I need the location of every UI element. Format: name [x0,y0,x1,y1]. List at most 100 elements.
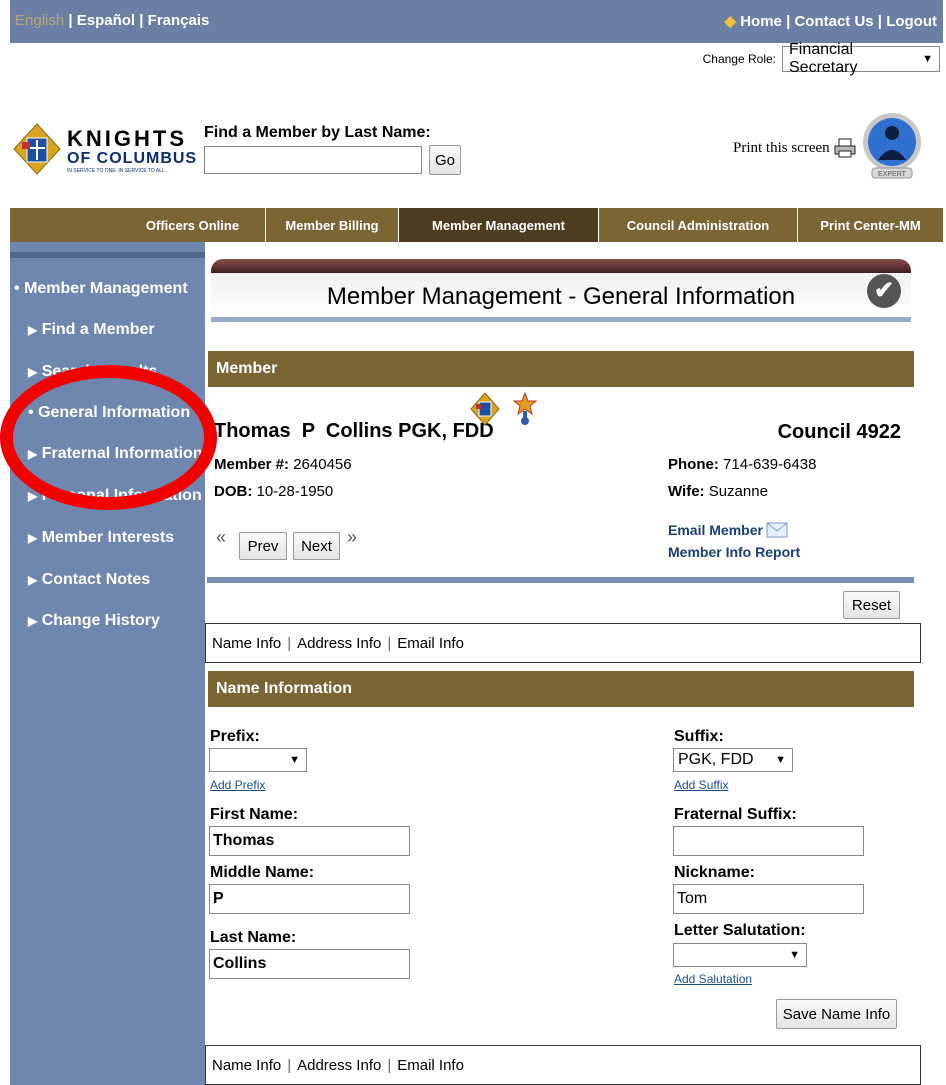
member-number-row: Member #: 2640456 [214,456,352,473]
dob-row: DOB: 10-28-1950 [214,483,333,500]
find-member-label: Find a Member by Last Name: [204,124,431,141]
suffix-select-value: PGK, FDD [678,751,754,768]
kofc-emblem-icon [13,123,61,175]
save-name-info-button[interactable]: Save Name Info [776,999,897,1029]
role-select-value: Financial Secretary [789,41,858,76]
lang-espanol[interactable]: Español [77,12,135,29]
council-info: Council 4922 [778,421,901,444]
email-info-link[interactable]: Email Info [397,1057,464,1074]
logout-link[interactable]: Logout [886,13,937,30]
page-title: Member Management - General Information [326,283,796,310]
member-section-header: Member [208,351,914,387]
first-name-field[interactable]: Thomas [209,826,410,856]
envelope-icon [766,522,788,538]
sidebar-item-change-history[interactable]: ▶ Change History [28,612,160,630]
nav-officers-online[interactable]: Officers Online [120,208,265,242]
middle-name-label: Middle Name: [210,864,315,881]
name-information-header: Name Information [208,671,914,707]
sidebar-item-member-management[interactable]: • Member Management [14,280,188,298]
chevron-down-icon: ▼ [922,53,933,65]
sidebar-item-label: Find a Member [41,321,155,338]
last-name-search-input[interactable] [204,146,422,174]
checkmark-icon: ✔ [867,274,901,308]
sidebar-stripe [10,252,205,258]
bullet-icon: • [14,280,20,297]
role-select[interactable]: Financial Secretary ▼ [782,41,940,76]
prefix-select[interactable]: ▼ [209,748,307,772]
first-record-icon[interactable]: « [216,527,226,548]
letter-salutation-label: Letter Salutation: [674,922,806,939]
council-label: Council [777,421,851,443]
name-info-link[interactable]: Name Info [212,635,281,652]
suffix-select[interactable]: PGK, FDD ▼ [673,748,793,772]
nav-member-billing[interactable]: Member Billing [265,208,398,242]
chevron-down-icon: ▼ [289,754,300,766]
chevron-down-icon: ▼ [775,754,786,766]
nickname-label: Nickname: [674,864,755,881]
wife-row: Wife: Suzanne [668,483,768,500]
go-button[interactable]: Go [429,145,461,175]
nav-print-center[interactable]: Print Center-MM [797,208,943,242]
address-info-link[interactable]: Address Info [297,635,381,652]
email-member-link[interactable]: Email Member [668,522,788,538]
sidebar-item-find-a-member[interactable]: ▶ Find a Member [28,321,155,339]
fourth-degree-emblem-icon [512,391,538,425]
banner-underline [211,317,911,322]
nav-member-management[interactable]: Member Management [398,208,598,242]
add-prefix-link[interactable]: Add Prefix [210,778,265,792]
fraternal-suffix-field[interactable] [673,826,864,856]
sidebar-item-contact-notes[interactable]: ▶ Contact Notes [28,571,150,589]
sidebar-item-member-interests[interactable]: ▶ Member Interests [28,529,174,547]
section-links-bottom: Name Info | Address Info | Email Info [205,1045,921,1085]
print-screen-link[interactable]: Print this screen [733,138,856,158]
lang-english[interactable]: English [15,12,64,29]
nav-council-administration[interactable]: Council Administration [598,208,797,242]
kofc-logo[interactable]: KNIGHTS OF COLUMBUS IN SERVICE TO ONE. I… [12,122,202,176]
phone-value: 714-639-6438 [723,456,817,473]
phone-label: Phone: [668,456,719,473]
dob-value: 10-28-1950 [256,483,334,500]
triangle-right-icon: ▶ [28,573,38,587]
last-name-field[interactable]: Collins [209,949,410,979]
change-role-label: Change Role: [702,52,776,66]
triangle-right-icon: ▶ [28,614,38,628]
expert-avatar-icon: EXPERT [863,113,921,179]
last-name-label: Last Name: [210,929,297,946]
triangle-right-icon: ▶ [28,531,38,545]
language-links: English | Español | Français [15,12,210,29]
wife-value: Suzanne [708,483,768,500]
sidebar-item-label: Member Management [24,280,188,297]
expert-badge-text: EXPERT [878,171,907,178]
fraternal-suffix-label: Fraternal Suffix: [674,806,797,823]
address-info-link[interactable]: Address Info [297,1057,381,1074]
print-screen-label: Print this screen [733,139,830,156]
add-suffix-link[interactable]: Add Suffix [674,778,728,792]
suffix-label: Suffix: [674,728,724,745]
top-links: ◆ Home | Contact Us | Logout [724,13,938,30]
reset-button[interactable]: Reset [843,591,900,619]
main-nav: Officers Online Member Billing Member Ma… [10,208,943,242]
lang-francais[interactable]: Français [148,12,210,29]
next-button[interactable]: Next [293,532,340,560]
home-link[interactable]: Home [740,13,782,30]
name-info-link[interactable]: Name Info [212,1057,281,1074]
prefix-label: Prefix: [210,728,260,745]
expert-badge: EXPERT [862,110,922,186]
prev-button[interactable]: Prev [239,532,287,560]
logo-text-columbus: OF COLUMBUS [67,150,198,167]
change-role: Change Role: Financial Secretary ▼ [702,41,940,76]
last-record-icon[interactable]: » [347,527,357,548]
triangle-right-icon: ▶ [28,323,38,337]
member-info-report-link[interactable]: Member Info Report [668,544,800,560]
top-bar: English | Español | Français ◆ Home | Co… [10,0,943,43]
middle-name-field[interactable]: P [209,884,410,914]
logo-text-knights: KNIGHTS [67,126,187,151]
email-info-link[interactable]: Email Info [397,635,464,652]
section-links-top: Name Info | Address Info | Email Info [205,623,921,663]
member-number-label: Member #: [214,456,290,473]
nickname-field[interactable]: Tom [673,884,864,914]
section-divider [207,577,914,583]
add-salutation-link[interactable]: Add Salutation [674,972,752,986]
letter-salutation-select[interactable]: ▼ [673,943,807,967]
contact-us-link[interactable]: Contact Us [794,13,873,30]
